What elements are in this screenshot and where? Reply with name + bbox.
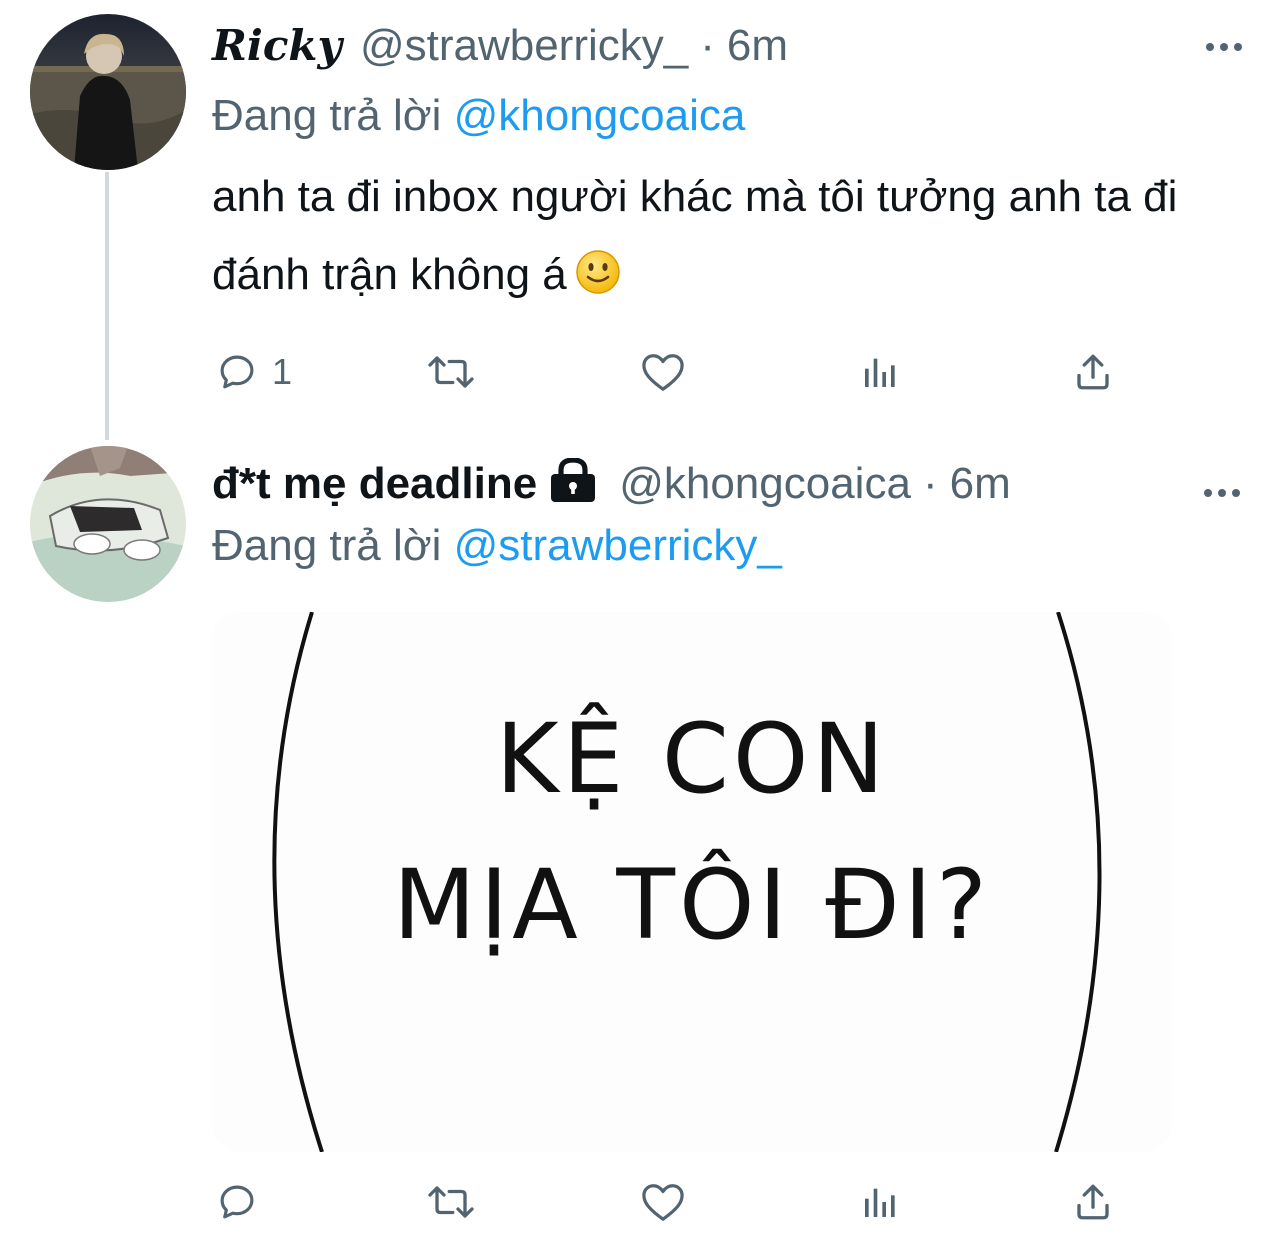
like-button[interactable] xyxy=(640,342,686,402)
more-options-icon[interactable] xyxy=(1204,28,1244,62)
share-button[interactable] xyxy=(1072,1172,1114,1232)
like-icon xyxy=(642,1184,684,1221)
tweet-header: Ricky @strawberricky_ · 6m xyxy=(212,20,788,72)
replying-to-mention[interactable]: @khongcoaica xyxy=(454,91,746,140)
thread-connector-line xyxy=(105,172,109,440)
reply-icon xyxy=(220,355,254,389)
analytics-button[interactable] xyxy=(860,342,900,402)
tweet-timestamp[interactable]: 6m xyxy=(727,20,788,72)
display-name[interactable]: Ricky xyxy=(212,20,342,72)
replying-to: Đang trả lời @strawberricky_ xyxy=(212,520,782,572)
user-handle[interactable]: @khongcoaica xyxy=(619,458,911,510)
tweet-text: anh ta đi inbox người khác mà tôi tưởng … xyxy=(212,158,1222,314)
reply-count: 1 xyxy=(272,351,293,392)
header-separator: · xyxy=(700,21,715,70)
user-handle[interactable]: @strawberricky_ xyxy=(360,20,688,72)
share-button[interactable] xyxy=(1072,342,1114,402)
avatar[interactable] xyxy=(30,14,186,170)
like-button[interactable] xyxy=(640,1172,686,1232)
replying-to-mention[interactable]: @strawberricky_ xyxy=(454,521,782,570)
tweet-media-image[interactable]: KỆ CON MỊA TÔI ĐI? xyxy=(212,612,1172,1152)
analytics-icon xyxy=(865,358,895,387)
tweet-header: đ*t mẹ deadline @khongcoaica · 6m xyxy=(212,457,1011,514)
like-icon xyxy=(642,354,684,391)
tweet-timestamp[interactable]: 6m xyxy=(950,458,1011,510)
analytics-button[interactable] xyxy=(860,1172,900,1232)
retweet-icon xyxy=(428,1186,474,1218)
media-caption-line-2: MỊA TÔI ĐI? xyxy=(392,849,991,961)
media-caption-line-1: KỆ CON xyxy=(495,703,889,815)
reply-button[interactable]: 1 xyxy=(216,342,292,402)
header-separator: · xyxy=(922,459,938,508)
replying-to-label: Đang trả lời xyxy=(212,91,442,140)
analytics-icon xyxy=(865,1188,895,1217)
share-icon xyxy=(1077,1184,1109,1220)
avatar[interactable] xyxy=(30,446,186,602)
tweet-action-bar: 1 xyxy=(212,342,1132,402)
reply-button[interactable] xyxy=(216,1172,272,1232)
display-name[interactable]: đ*t mẹ deadline xyxy=(212,458,537,510)
slightly-smiling-face-icon xyxy=(575,242,621,294)
replying-to: Đang trả lời @khongcoaica xyxy=(212,90,745,142)
lock-icon xyxy=(549,457,597,514)
retweet-button[interactable] xyxy=(426,1172,476,1232)
retweet-button[interactable] xyxy=(426,342,476,402)
retweet-icon xyxy=(428,356,474,388)
share-icon xyxy=(1077,354,1109,390)
replying-to-label: Đang trả lời xyxy=(212,521,442,570)
tweet-text-content: anh ta đi inbox người khác mà tôi tưởng … xyxy=(212,172,1178,299)
reply-icon xyxy=(220,1185,254,1219)
tweet-action-bar xyxy=(212,1172,1132,1232)
more-options-icon[interactable] xyxy=(1202,474,1242,508)
